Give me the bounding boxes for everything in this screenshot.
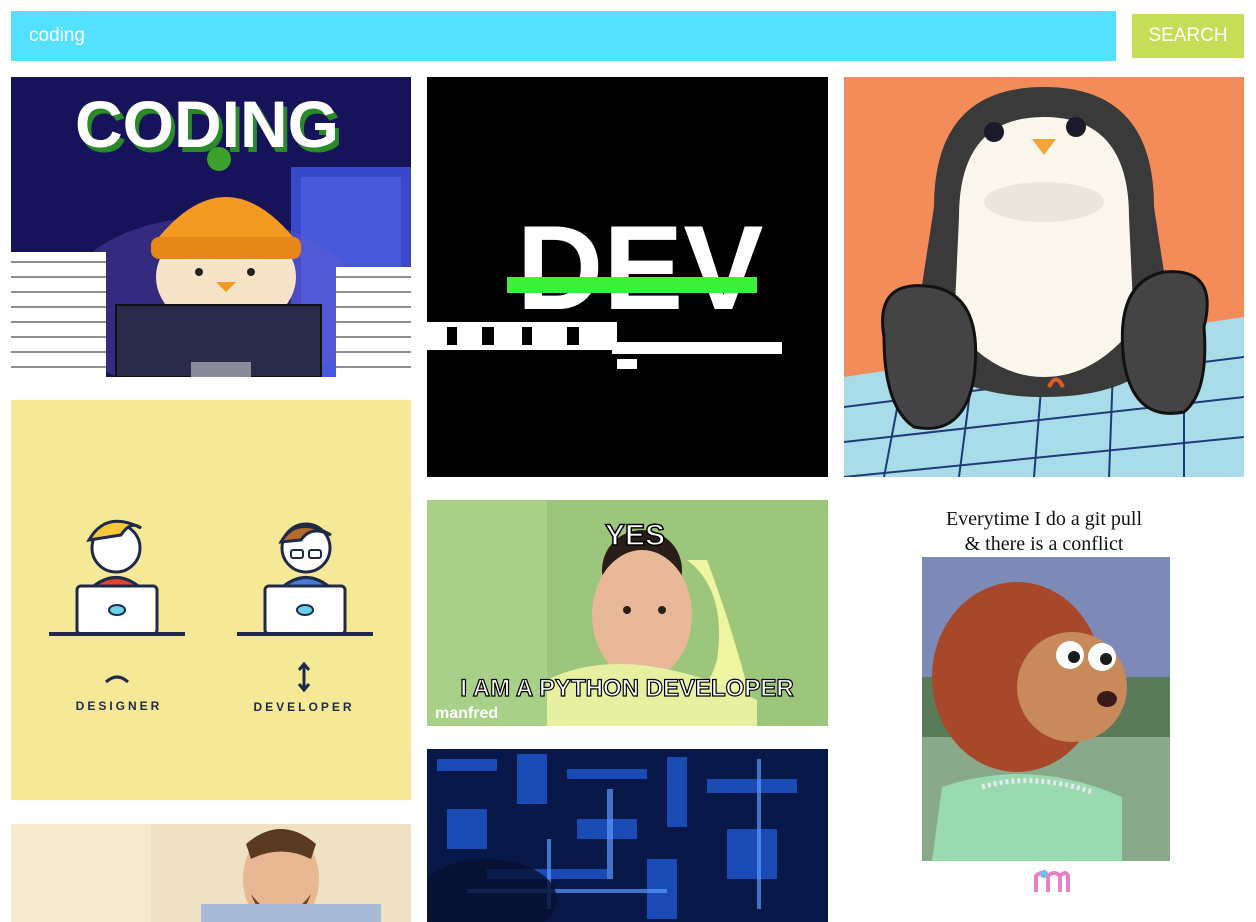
- dev-glitch-illustration: DEV: [427, 77, 828, 477]
- excited-man-illustration: [11, 824, 411, 922]
- search-bar: SEARCH: [0, 0, 1256, 70]
- designer-developer-illustration: DESIGNER DEVELOPER: [11, 400, 411, 800]
- blue-circuit-gif[interactable]: [427, 749, 828, 922]
- meme-top-text: YES: [605, 519, 665, 552]
- monkey-puppet-illustration: [922, 557, 1170, 861]
- developer-label: DEVELOPER: [253, 700, 354, 714]
- watermark-text: manfred: [435, 705, 498, 722]
- dev-text: DEV: [517, 201, 764, 335]
- designer-developer-gif[interactable]: DESIGNER DEVELOPER: [11, 400, 411, 800]
- meme-caption-line1: Everytime I do a git pull: [945, 508, 1143, 530]
- coding-penguin-gif[interactable]: CODING CODING: [11, 77, 411, 377]
- meme-caption-line2: & there is a conflict: [964, 533, 1124, 555]
- git-pull-monkey-gif[interactable]: Everytime I do a git pull & there is a c…: [844, 500, 1244, 900]
- coding-penguin-illustration: CODING CODING: [11, 77, 411, 377]
- search-input[interactable]: [11, 11, 1116, 61]
- python-developer-meme-gif[interactable]: YES I AM A PYTHON DEVELOPER manfred: [427, 500, 828, 726]
- python-meme-illustration: YES I AM A PYTHON DEVELOPER manfred: [427, 500, 828, 726]
- coding-text: CODING: [75, 87, 339, 161]
- excited-man-laptop-gif[interactable]: [11, 824, 411, 922]
- logo-icon: [1034, 870, 1070, 892]
- dev-glitch-gif[interactable]: DEV: [427, 77, 828, 477]
- designer-label: DESIGNER: [76, 699, 163, 713]
- search-button[interactable]: SEARCH: [1132, 14, 1244, 58]
- penguin-crossword-gif[interactable]: [844, 77, 1244, 477]
- meme-bottom-text: I AM A PYTHON DEVELOPER: [460, 675, 793, 702]
- penguin-crossword-illustration: [844, 77, 1244, 477]
- blue-circuit-illustration: [427, 749, 828, 922]
